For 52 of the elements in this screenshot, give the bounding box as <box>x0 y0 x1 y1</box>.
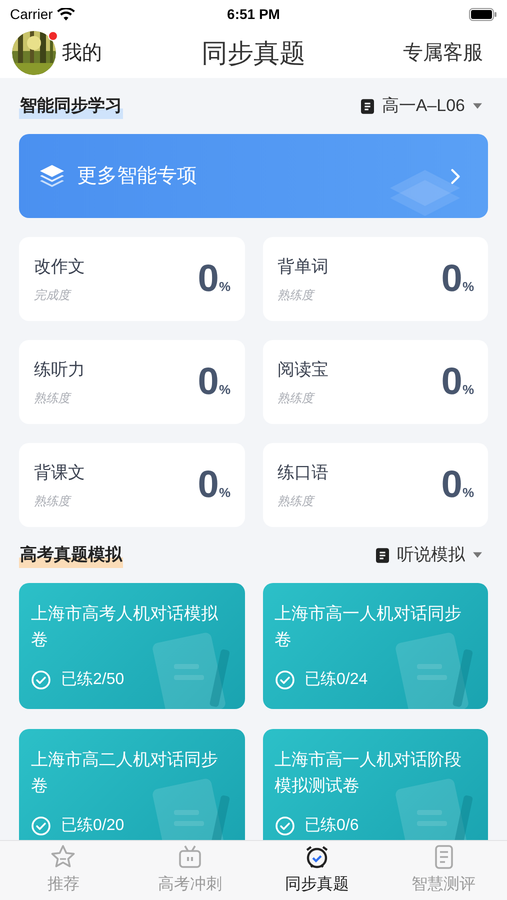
layers-icon <box>39 164 65 188</box>
profile-link[interactable]: 我的 <box>62 38 102 68</box>
percentage-value: 0% <box>441 260 474 298</box>
skill-caption: 熟练度 <box>34 390 72 407</box>
skill-caption: 完成度 <box>34 286 72 304</box>
clock-time: 6:51 PM <box>227 4 280 24</box>
check-circle-icon <box>31 670 51 690</box>
skill-card[interactable]: 练口语 熟练度 0% <box>262 443 488 527</box>
selector-dropdown[interactable]: 听说模拟 <box>376 542 482 568</box>
skill-caption: 熟练度 <box>34 492 72 510</box>
skill-name: 阅读宝 <box>278 359 328 382</box>
exam-title: 上海市高二人机对话同步卷 <box>31 749 219 797</box>
chevron-right-icon <box>451 168 460 184</box>
check-circle-icon <box>274 816 294 836</box>
percentage-value: 0% <box>441 363 474 401</box>
page-title: 同步真题 <box>202 36 306 70</box>
section-title: 高考真题模拟 <box>19 542 123 568</box>
skill-name: 练听力 <box>34 359 85 382</box>
skill-caption: 熟练度 <box>278 286 316 304</box>
caret-icon <box>473 552 482 558</box>
percentage-value: 0% <box>198 363 230 401</box>
skill-card[interactable]: 背课文 熟练度 0% <box>19 443 244 527</box>
skill-card[interactable]: 练听力 熟练度 0% <box>19 340 244 424</box>
percentage-value: 0% <box>198 466 230 504</box>
document-icon <box>376 548 389 562</box>
check-circle-icon <box>274 670 294 690</box>
skill-name: 改作文 <box>34 256 85 278</box>
carrier-label: Carrier <box>10 4 53 24</box>
percentage-value: 0% <box>441 466 474 504</box>
skill-name: 练口语 <box>278 462 328 484</box>
tv-icon <box>177 844 204 870</box>
skill-name: 背单词 <box>278 256 328 278</box>
star-icon <box>50 844 76 870</box>
document-icon <box>360 98 374 114</box>
skill-card[interactable]: 阅读宝 熟练度 0% <box>262 340 488 424</box>
caret-icon <box>473 103 482 109</box>
tab-item[interactable]: 同步真题 <box>254 841 380 900</box>
wifi-icon <box>56 8 75 20</box>
skill-caption: 熟练度 <box>278 390 316 407</box>
check-circle-icon <box>31 816 51 836</box>
selector-dropdown[interactable]: 高一A–L06 <box>360 93 482 119</box>
exam-title: 上海市高考人机对话模拟卷 <box>31 603 219 651</box>
skill-caption: 熟练度 <box>278 492 316 510</box>
alarm-clock-icon <box>304 844 330 870</box>
customer-service-link[interactable]: 专属客服 <box>403 38 483 68</box>
battery-icon <box>469 8 497 20</box>
percentage-value: 0% <box>198 260 230 298</box>
exam-title: 上海市高一人机对话阶段模拟测试卷 <box>274 749 462 797</box>
skill-card[interactable]: 背单词 熟练度 0% <box>262 237 488 321</box>
skill-card[interactable]: 改作文 完成度 0% <box>19 237 244 321</box>
exam-title: 上海市高一人机对话同步卷 <box>274 603 462 651</box>
skill-name: 背课文 <box>34 462 85 484</box>
